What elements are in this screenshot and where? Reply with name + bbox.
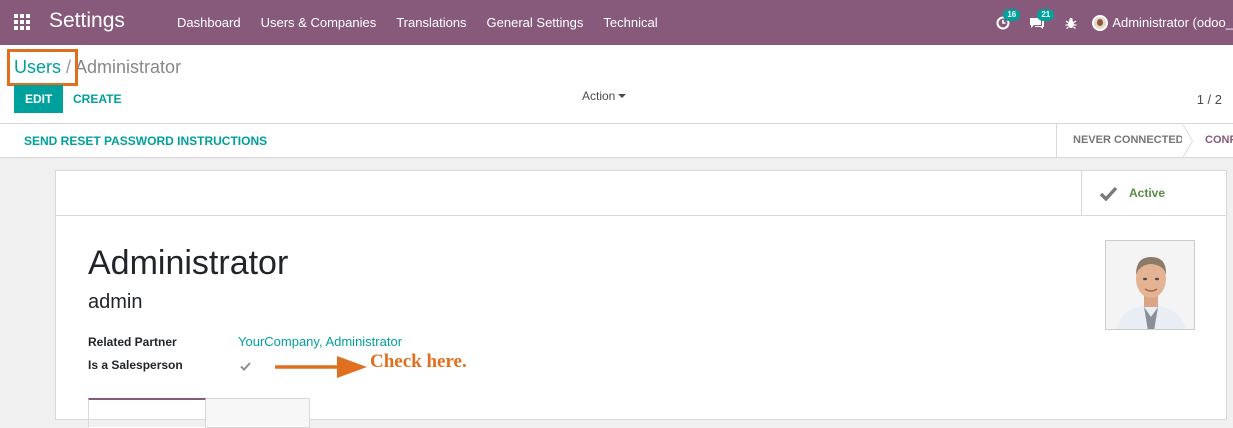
activity-count-badge: 16	[1003, 9, 1021, 21]
tab-inactive[interactable]	[206, 398, 310, 428]
form-statusbar: SEND RESET PASSWORD INSTRUCTIONS NEVER C…	[0, 124, 1233, 158]
top-navbar: Settings Dashboard Users & Companies Tra…	[0, 0, 1233, 45]
stage-confirmed[interactable]: CONFIRMED	[1205, 124, 1233, 157]
active-label: Active	[1129, 186, 1166, 200]
menu-item-translations[interactable]: Translations	[386, 0, 476, 45]
avatar	[1092, 14, 1109, 31]
form-sheet: Active Administrator admin Related Partn…	[55, 170, 1227, 428]
related-partner-label: Related Partner	[88, 335, 177, 349]
send-reset-password-button[interactable]: SEND RESET PASSWORD INSTRUCTIONS	[24, 134, 267, 148]
active-toggle-button[interactable]: Active	[1081, 171, 1226, 215]
menu-item-general-settings[interactable]: General Settings	[477, 0, 594, 45]
main-menu: Dashboard Users & Companies Translations…	[167, 0, 668, 45]
check-icon	[1099, 186, 1118, 201]
user-login: admin	[88, 291, 143, 313]
caret-down-icon	[618, 94, 627, 98]
stage-never-connected[interactable]: NEVER CONNECTED	[1056, 124, 1187, 157]
user-menu-label: Administrator (odoo_	[1112, 15, 1233, 30]
button-box: Active	[56, 171, 1226, 216]
user-photo[interactable]	[1105, 240, 1195, 330]
user-name: Administrator	[88, 244, 289, 282]
activity-button[interactable]: 16	[986, 0, 1021, 45]
menu-item-technical[interactable]: Technical	[593, 0, 667, 45]
systray: 16 21 Administrator (odoo_	[986, 0, 1233, 45]
annotation-highlight-box	[7, 49, 78, 86]
is-salesperson-checkbox[interactable]	[240, 358, 251, 376]
app-title: Settings	[49, 9, 125, 32]
breadcrumb-current: Administrator	[75, 57, 182, 77]
messages-button[interactable]: 21	[1020, 0, 1055, 45]
action-dropdown[interactable]: Action	[582, 89, 627, 103]
menu-item-users-companies[interactable]: Users & Companies	[251, 0, 387, 45]
tab-active[interactable]	[88, 398, 206, 428]
portrait-image	[1106, 241, 1194, 329]
related-partner-link[interactable]: YourCompany, Administrator	[238, 334, 402, 349]
check-icon	[240, 362, 251, 371]
debug-button[interactable]	[1054, 0, 1088, 45]
menu-item-dashboard[interactable]: Dashboard	[167, 0, 251, 45]
pager[interactable]: 1 / 2	[1197, 92, 1222, 107]
control-panel: Users / Administrator EDIT CREATE Action 1…	[0, 45, 1233, 124]
annotation-arrow-icon	[273, 355, 369, 384]
is-salesperson-label: Is a Salesperson	[88, 358, 183, 372]
create-button[interactable]: CREATE	[73, 85, 121, 113]
bug-icon	[1065, 17, 1077, 29]
action-dropdown-label: Action	[582, 89, 616, 103]
edit-button[interactable]: EDIT	[14, 85, 64, 113]
notebook-tabs	[88, 398, 310, 428]
annotation-text: Check here.	[370, 351, 467, 372]
user-menu[interactable]: Administrator (odoo_	[1088, 14, 1233, 31]
apps-menu-icon[interactable]	[14, 14, 30, 30]
messages-count-badge: 21	[1037, 9, 1055, 21]
